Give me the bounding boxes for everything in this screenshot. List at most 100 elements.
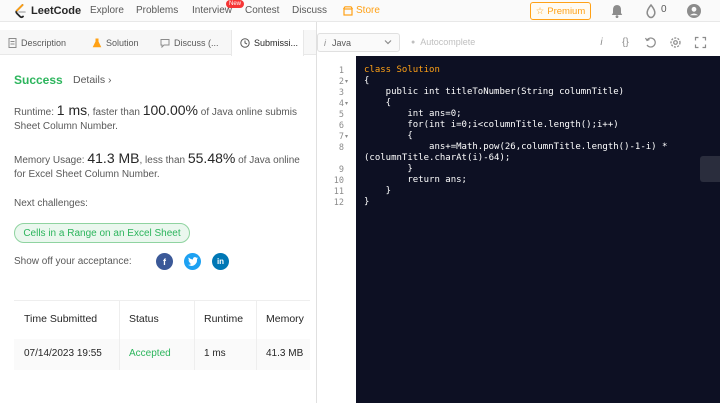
- line-number: 12: [333, 198, 344, 208]
- code-line: int ans=0;: [364, 109, 462, 119]
- chat-icon: [160, 38, 170, 48]
- code-line: ans+=Math.pow(26,columnTitle.length()-1-…: [364, 142, 668, 152]
- tab-discuss-label: Discuss (...: [174, 37, 219, 48]
- memory-line-2: for Excel Sheet Column Number.: [14, 169, 160, 180]
- premium-label: Premium: [547, 5, 586, 17]
- code-line: class Solution: [364, 65, 440, 75]
- premium-button[interactable]: ☆ Premium: [530, 2, 591, 20]
- memory-value: 41.3 MB: [87, 150, 140, 166]
- logo-text: LeetCode: [31, 5, 82, 17]
- braces-icon[interactable]: {}: [619, 36, 632, 49]
- code-line: {: [364, 76, 370, 86]
- flask-icon: [92, 38, 102, 47]
- line-number: 10: [333, 176, 344, 186]
- twitter-icon[interactable]: [184, 253, 201, 270]
- language-select[interactable]: i Java: [317, 33, 400, 52]
- settings-icon[interactable]: [669, 36, 682, 49]
- line-number: 3: [338, 88, 344, 98]
- tab-submissions[interactable]: Submissi...: [231, 30, 304, 56]
- document-icon: [8, 37, 17, 48]
- dot-icon: ●: [411, 38, 416, 46]
- leetcode-logo-icon: [15, 3, 26, 18]
- bell-icon[interactable]: [609, 3, 625, 19]
- coin-count: 0: [661, 4, 667, 15]
- memory-mid: , less than: [139, 155, 188, 166]
- memory-percentile: 55.48%: [187, 150, 236, 166]
- line-number: 7: [338, 132, 344, 142]
- row-runtime: 1 ms: [204, 348, 226, 359]
- memory-suffix: of Java online: [235, 155, 300, 166]
- editor-toolbar: i Java ● Autocomplete i {}: [317, 30, 720, 56]
- memory-line: Memory Usage: 41.3 MB, less than 55.48% …: [14, 150, 300, 166]
- table-divider: [14, 300, 310, 301]
- linkedin-icon[interactable]: in: [212, 253, 229, 270]
- avatar-icon[interactable]: [686, 3, 702, 19]
- row-memory: 41.3 MB: [266, 348, 304, 359]
- code-line: }: [364, 164, 413, 174]
- col-time-header: Time Submitted: [24, 313, 98, 325]
- chevron-down-icon: [384, 40, 392, 45]
- nav-store-label: Store: [356, 5, 380, 16]
- nav-contest[interactable]: Contest: [245, 5, 279, 16]
- code-line: public int titleToNumber(String columnTi…: [364, 87, 625, 97]
- coin-icon[interactable]: [643, 3, 659, 19]
- line-number: 2: [338, 77, 344, 87]
- line-number: 9: [338, 165, 344, 175]
- tab-solution[interactable]: Solution: [92, 30, 150, 55]
- col-memory-header: Memory: [266, 313, 304, 325]
- runtime-line: Runtime: 1 ms, faster than 100.00% of Ja…: [14, 102, 297, 118]
- row-time: 07/14/2023 19:55: [24, 348, 102, 359]
- table-col-divider: [194, 300, 195, 370]
- code-line: for(int i=0;i<columnTitle.length();i++): [364, 120, 619, 130]
- star-icon: ☆: [535, 5, 545, 17]
- col-runtime-header: Runtime: [204, 313, 244, 325]
- autocomplete-toggle[interactable]: ● Autocomplete: [411, 37, 475, 47]
- facebook-icon[interactable]: f: [156, 253, 173, 270]
- table-col-divider: [119, 300, 120, 370]
- table-col-divider: [256, 300, 257, 370]
- line-number: 4: [338, 99, 344, 109]
- language-value: Java: [332, 37, 352, 48]
- line-number: 6: [338, 121, 344, 131]
- info-icon[interactable]: i: [595, 36, 608, 49]
- nav-store[interactable]: Store: [343, 5, 380, 16]
- new-badge: New: [226, 0, 245, 8]
- code-line: return ans;: [364, 175, 467, 185]
- line-number: 11: [333, 187, 344, 197]
- tab-discuss[interactable]: Discuss (...: [160, 30, 228, 55]
- store-icon: [343, 5, 353, 16]
- runtime-mid: , faster than: [87, 107, 143, 118]
- code-line: (columnTitle.charAt(i)-64);: [364, 153, 511, 163]
- clock-icon: [240, 38, 250, 48]
- code-line: {: [364, 98, 392, 108]
- runtime-value: 1 ms: [56, 102, 88, 118]
- memory-prefix: Memory Usage:: [14, 155, 88, 166]
- tab-solution-label: Solution: [106, 37, 139, 48]
- runtime-suffix: of Java online submis: [198, 107, 297, 118]
- leetcode-logo[interactable]: LeetCode: [14, 3, 81, 19]
- code-line: }: [364, 197, 370, 207]
- details-link[interactable]: Details ›: [73, 74, 112, 86]
- line-number: 1: [338, 66, 344, 76]
- runtime-prefix: Runtime:: [14, 107, 57, 118]
- nav-problems[interactable]: Problems: [136, 5, 178, 16]
- fullscreen-icon[interactable]: [694, 36, 707, 49]
- tab-description[interactable]: Description: [8, 30, 84, 55]
- info-icon: i: [324, 37, 326, 48]
- line-number: 5: [338, 110, 344, 120]
- fold-icon[interactable]: ▾: [345, 133, 348, 140]
- line-number: 8: [338, 143, 344, 153]
- row-status[interactable]: Accepted: [129, 348, 171, 359]
- next-challenges-label: Next challenges:: [14, 198, 88, 209]
- side-panel-toggle[interactable]: [700, 156, 720, 182]
- fold-icon[interactable]: ▾: [345, 78, 348, 85]
- fold-icon[interactable]: ▾: [345, 100, 348, 107]
- next-challenge-pill[interactable]: Cells in a Range on an Excel Sheet: [14, 223, 190, 243]
- reset-icon[interactable]: [644, 36, 657, 49]
- nav-explore[interactable]: Explore: [90, 5, 124, 16]
- runtime-percentile: 100.00%: [142, 102, 199, 118]
- nav-discuss[interactable]: Discuss: [292, 5, 327, 16]
- col-status-header: Status: [129, 313, 159, 325]
- autocomplete-label: Autocomplete: [420, 37, 476, 47]
- share-label: Show off your acceptance:: [14, 256, 132, 267]
